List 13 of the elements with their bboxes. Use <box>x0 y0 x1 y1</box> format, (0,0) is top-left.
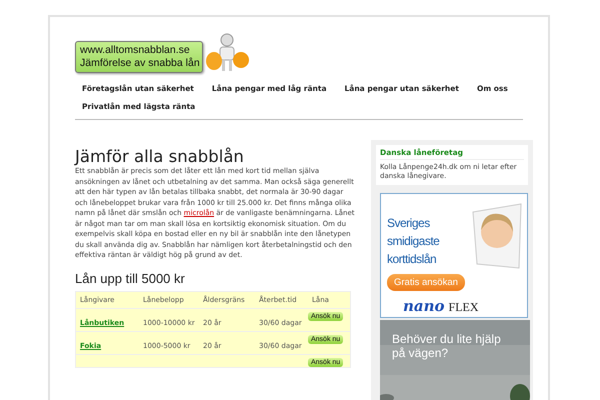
ad-headline: Sveriges <box>387 215 431 232</box>
section-title: Lån upp till 5000 kr <box>75 270 186 286</box>
logo-text: www.alltomsnabblan.se <box>80 44 191 57</box>
mascot-with-coins-icon <box>205 33 249 73</box>
ad-headline: smidigaste <box>387 233 440 250</box>
article-title: Jämför alla snabblån <box>75 148 245 166</box>
ad-text: Behöver du lite hjälp på vägen? <box>392 332 502 360</box>
brand-logo: nano <box>403 297 445 315</box>
brand-logo: FLEX <box>448 300 479 315</box>
ad-banner[interactable]: Sveriges smidigaste korttidslån Gratis ansökan nano FLEX <box>380 193 528 318</box>
logo-text: Jämförelse av snabba lån <box>80 57 198 70</box>
ad-headline: korttidslån <box>387 251 438 268</box>
site-logo[interactable]: www.alltomsnabblan.se Jämförelse av snabba lån <box>75 41 203 73</box>
